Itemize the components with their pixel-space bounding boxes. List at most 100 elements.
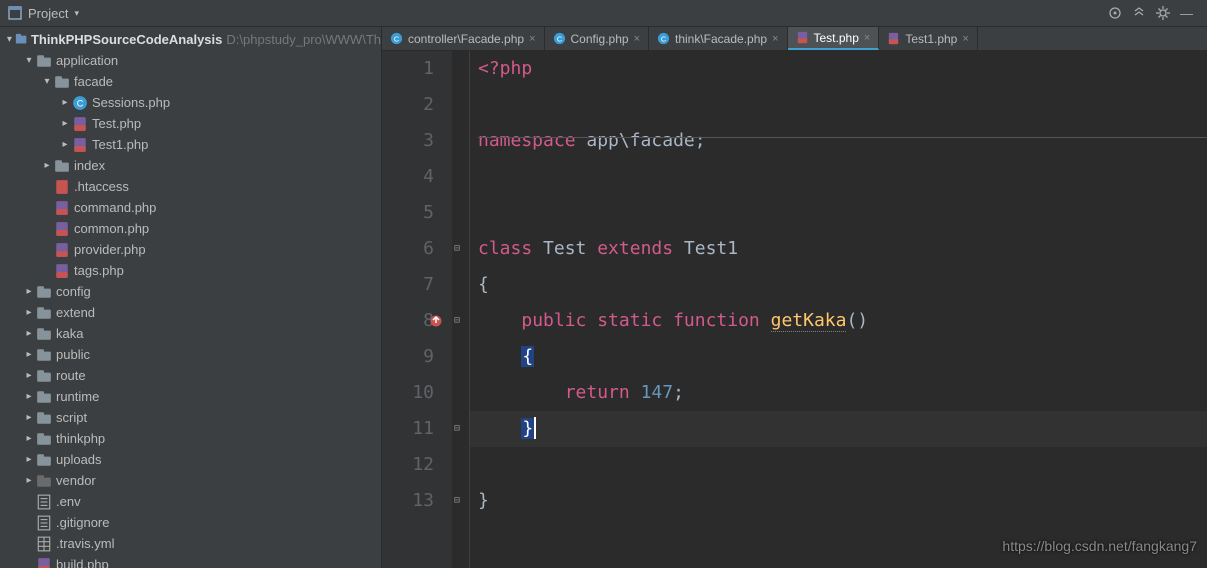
tree-arrow-icon[interactable]: ▸ [58,97,72,108]
close-icon[interactable]: × [772,33,778,45]
line-number: 13 [382,483,434,519]
tree-item[interactable]: ▸kaka [0,323,381,344]
gear-icon[interactable] [1156,6,1170,20]
tree-item-label: Test.php [92,116,141,131]
tree-arrow-icon[interactable]: ▸ [22,328,36,339]
tree-arrow-icon[interactable]: ▸ [22,349,36,360]
folder-icon [36,389,52,405]
code-body[interactable]: <?php namespace app\facade; class Test e… [470,51,1207,568]
override-up-icon[interactable] [427,303,445,339]
tree-item[interactable]: command.php [0,197,381,218]
hide-panel-icon[interactable]: — [1180,6,1193,21]
tree-arrow-icon[interactable]: ▸ [22,391,36,402]
tree-item-label: config [56,284,91,299]
tab-label: controller\Facade.php [408,32,524,46]
tree-item[interactable]: .env [0,491,381,512]
tree-item-label: .htaccess [74,179,129,194]
tree-item[interactable]: ▾facade [0,71,381,92]
tree-arrow-icon[interactable]: ▸ [22,286,36,297]
tree-item[interactable]: ▸uploads [0,449,381,470]
tab-label: think\Facade.php [675,32,767,46]
close-icon[interactable]: × [962,33,968,45]
fold-open-icon[interactable]: ⊟ [454,231,460,267]
tree-item[interactable]: .travis.yml [0,533,381,554]
tree-item[interactable]: .htaccess [0,176,381,197]
tree-item-label: index [74,158,105,173]
tree-item[interactable]: ▸script [0,407,381,428]
code-token: Test [543,238,597,259]
tree-item[interactable]: ▸vendor [0,470,381,491]
line-number: 4 [382,159,434,195]
code-token: { [478,274,489,295]
project-panel-icon[interactable] [8,6,22,20]
fold-close-icon[interactable]: ⊟ [454,483,460,519]
tree-arrow-icon[interactable]: ▸ [22,370,36,381]
tree-item[interactable]: ▸public [0,344,381,365]
dropdown-arrow-icon[interactable]: ▾ [74,8,79,19]
project-label[interactable]: Project [28,6,68,21]
code-token: () [846,310,868,331]
tree-item-label: Sessions.php [92,95,170,110]
tree-arrow-icon[interactable]: ▸ [22,475,36,486]
tab-label: Config.php [571,32,629,46]
tree-item-label: route [56,368,86,383]
code-token: } [521,418,534,439]
code-token: extends [597,238,684,259]
tree-item[interactable]: ▸ route [0,365,381,386]
tree-root[interactable]: ▾ ThinkPHPSourceCodeAnalysis D:\phpstudy… [0,29,381,50]
tree-item[interactable]: tags.php [0,260,381,281]
editor-tab[interactable]: Ccontroller\Facade.php× [382,27,545,50]
close-icon[interactable]: × [864,32,870,44]
tree-item[interactable]: ▸ config [0,281,381,302]
code-token: 147 [641,382,674,403]
code-editor[interactable]: 12345678910111213 ⊟ ⊟ ⊟ ⊟ <?php namespac… [382,51,1207,568]
editor-tab[interactable]: Test1.php× [879,27,977,50]
svg-text:C: C [77,98,84,108]
tree-item[interactable]: ▾application [0,50,381,71]
svg-text:C: C [661,34,667,43]
fold-open-icon[interactable]: ⊟ [454,303,460,339]
chevron-down-icon[interactable]: ▾ [4,34,15,45]
tree-arrow-icon[interactable]: ▸ [40,160,54,171]
folder-icon [36,305,52,321]
tree-item-label: .travis.yml [56,536,115,551]
project-sidebar[interactable]: ▾ ThinkPHPSourceCodeAnalysis D:\phpstudy… [0,27,382,568]
tree-item[interactable]: build.php [0,554,381,568]
tree-root-label: ThinkPHPSourceCodeAnalysis [31,32,222,47]
editor-tab[interactable]: Test.php× [788,27,880,50]
php-c-icon: C [657,32,670,45]
close-icon[interactable]: × [634,33,640,45]
code-token: public static function [521,310,770,331]
code-token: ; [695,130,706,151]
collapse-all-icon[interactable] [1132,6,1146,20]
tree-item[interactable]: .gitignore [0,512,381,533]
tree-item[interactable]: ▸thinkphp [0,428,381,449]
editor-tab[interactable]: Cthink\Facade.php × [649,27,788,50]
close-icon[interactable]: × [529,33,535,45]
tree-arrow-icon[interactable]: ▸ [58,139,72,150]
php-file-icon [796,31,809,44]
tree-item[interactable]: common.php [0,218,381,239]
tree-item[interactable]: provider.php [0,239,381,260]
folder-icon [36,452,52,468]
tree-arrow-icon[interactable]: ▸ [22,307,36,318]
tree-arrow-icon[interactable]: ▾ [22,55,36,66]
code-token: <?php [478,58,532,79]
tree-arrow-icon[interactable]: ▸ [58,118,72,129]
tree-item[interactable]: ▸ index [0,155,381,176]
tree-arrow-icon[interactable]: ▸ [22,412,36,423]
tree-item[interactable]: ▸ Test.php [0,113,381,134]
tree-item[interactable]: ▸Test1.php [0,134,381,155]
tree-item[interactable]: ▸ C Sessions.php [0,92,381,113]
tree-arrow-icon[interactable]: ▸ [22,454,36,465]
locate-icon[interactable] [1108,6,1122,20]
tree-item[interactable]: ▸runtime [0,386,381,407]
fold-close-icon[interactable]: ⊟ [454,411,460,447]
tree-item-label: extend [56,305,95,320]
tree-arrow-icon[interactable]: ▸ [22,433,36,444]
line-number: 7 [382,267,434,303]
tree-arrow-icon[interactable]: ▾ [40,76,54,87]
tree-item[interactable]: ▸ extend [0,302,381,323]
editor-tab[interactable]: CConfig.php× [545,27,649,50]
folder-icon [36,347,52,363]
